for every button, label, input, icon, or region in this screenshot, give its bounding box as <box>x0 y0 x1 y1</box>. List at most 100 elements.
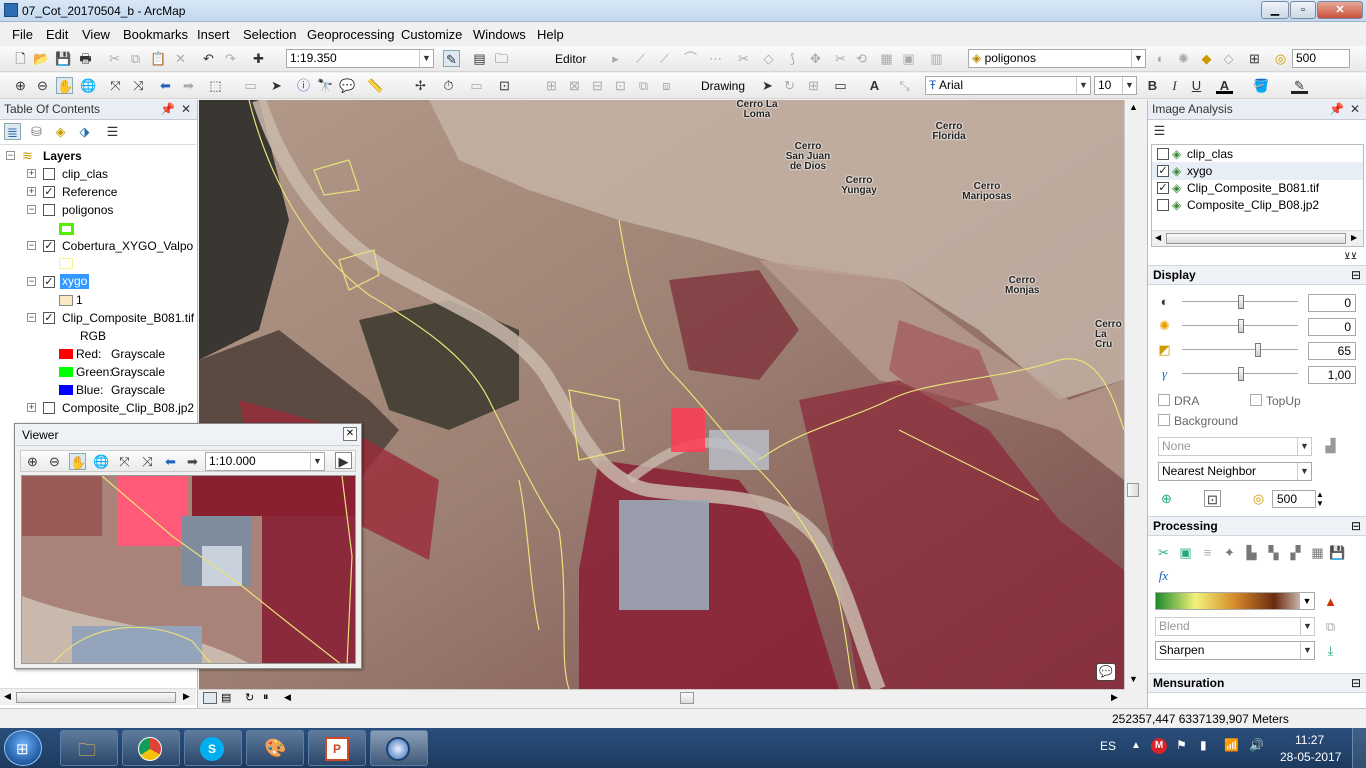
scroll-thumb[interactable] <box>16 692 176 703</box>
callout-icon[interactable]: ⤡ <box>896 77 913 94</box>
chevron-down-icon[interactable]: ▼ <box>1131 50 1145 67</box>
editor-toolbar-icon[interactable]: ✎ <box>443 50 460 67</box>
map-message-icon[interactable]: 💬 <box>1096 663 1116 681</box>
scroll-right-icon[interactable]: ▶ <box>183 691 190 702</box>
menu-edit[interactable]: Edit <box>46 27 68 42</box>
chevron-down-icon[interactable]: ▼ <box>1300 642 1314 659</box>
collapse-icon[interactable]: − <box>27 241 36 250</box>
clock-date[interactable]: 28-05-2017 <box>1280 750 1341 764</box>
apply-colormap-icon[interactable]: ▲ <box>1322 593 1339 610</box>
brightness-value-field[interactable]: 0 <box>1308 318 1356 336</box>
layer-checkbox[interactable]: ✓ <box>1157 165 1169 177</box>
antivirus-tray-icon[interactable]: M <box>1151 738 1167 754</box>
expand-icon[interactable]: + <box>27 403 36 412</box>
create-features-icon[interactable]: ▥ <box>928 50 945 67</box>
composite-bands-icon[interactable]: ≡ <box>1199 544 1216 561</box>
poligonos-symbol-swatch[interactable] <box>59 223 74 235</box>
color-ramp-combo[interactable]: ▼ <box>1155 592 1315 610</box>
clip-icon[interactable]: ✂ <box>1155 544 1172 561</box>
time-slider-icon[interactable]: ⏱ <box>440 77 457 94</box>
scroll-left-icon[interactable]: ◀ <box>284 692 291 703</box>
show-desktop-button[interactable] <box>1352 728 1366 768</box>
paste-icon[interactable]: 📋 <box>150 50 167 67</box>
shaded-relief-icon[interactable]: ▙ <box>1243 544 1260 561</box>
cut-polygons-icon[interactable]: ✂ <box>832 50 849 67</box>
print-icon[interactable]: 🖶 <box>77 50 94 67</box>
contrast-slider[interactable] <box>1182 295 1298 309</box>
split-tool-icon[interactable]: ✂ <box>735 50 752 67</box>
processing-section-header[interactable]: Processing ⊟ <box>1148 516 1366 536</box>
power-icon[interactable]: ▮ <box>1200 738 1207 752</box>
ia-layer-composite-clip[interactable]: ◈ Composite_Clip_B08.jp2 <box>1152 196 1363 214</box>
list-by-source-icon[interactable]: ⛁ <box>28 123 45 140</box>
taskbar-skype[interactable]: S <box>184 730 242 766</box>
collapse-icon[interactable]: ⊟ <box>1351 674 1361 692</box>
add-data-icon[interactable]: ✚ <box>250 50 267 67</box>
zoom-in-icon[interactable]: ⊕ <box>24 453 41 470</box>
copy-icon[interactable]: ⧉ <box>127 50 144 67</box>
back-icon[interactable]: ⬅ <box>157 77 174 94</box>
georef-icon-6[interactable]: ⧈ <box>658 77 675 94</box>
blend-apply-icon[interactable]: ⧉ <box>1322 618 1339 635</box>
editor-menu[interactable]: Editor <box>555 52 586 66</box>
topup-checkbox[interactable] <box>1250 394 1262 406</box>
scroll-down-icon[interactable]: ▼ <box>1129 674 1138 684</box>
close-button[interactable]: ✕ <box>1317 1 1363 19</box>
expand-icon[interactable]: + <box>27 187 36 196</box>
transparency-value-field[interactable]: 65 <box>1308 342 1356 360</box>
close-icon[interactable]: ✕ <box>343 427 357 441</box>
target-layer-combo[interactable]: ◈ poligonos ▼ <box>968 49 1146 68</box>
show-hidden-icons[interactable]: ▲ <box>1131 740 1141 751</box>
xygo-symbol-swatch[interactable] <box>59 295 73 306</box>
chevron-down-icon[interactable]: ▼ <box>419 50 433 67</box>
action-center-icon[interactable]: ⚑ <box>1176 738 1187 752</box>
layer-visibility-checkbox[interactable]: ✓ <box>43 240 55 252</box>
font-color-icon[interactable]: A <box>1216 77 1233 94</box>
chevron-down-icon[interactable]: ▼ <box>1297 438 1311 455</box>
layer-visibility-checkbox[interactable]: ✓ <box>43 276 55 288</box>
slider-knob[interactable] <box>1238 319 1244 333</box>
chevron-down-icon[interactable]: ▼ <box>1076 77 1090 94</box>
brightness-slider[interactable] <box>1182 319 1298 333</box>
taskbar-explorer[interactable]: 🗀 <box>60 730 118 766</box>
hillshade-icon[interactable]: ▚ <box>1265 544 1282 561</box>
catalog-icon[interactable]: 🗀 <box>493 50 510 67</box>
go-to-xy-icon[interactable]: ✢ <box>412 77 429 94</box>
scroll-left-icon[interactable]: ◀ <box>1155 233 1161 242</box>
rotate-icon[interactable]: ⟲ <box>853 50 870 67</box>
select-elements-icon[interactable]: ➤ <box>268 77 285 94</box>
georef-icon-5[interactable]: ⧉ <box>635 77 652 94</box>
map-vertical-scrollbar[interactable]: ▲ ▼ <box>1124 100 1141 689</box>
save-icon[interactable]: 💾 <box>55 50 72 67</box>
undo-icon[interactable]: ↶ <box>200 50 217 67</box>
pause-drawing-icon[interactable]: ⏸ <box>263 691 269 704</box>
open-folder-icon[interactable]: 📂 <box>33 50 50 67</box>
add-function-icon[interactable]: ⊕ <box>1158 490 1175 507</box>
pan-icon[interactable]: ✋ <box>69 453 86 470</box>
close-icon[interactable]: ✕ <box>181 100 191 119</box>
contrast-icon[interactable]: ◐ <box>1152 50 1169 67</box>
pin-icon[interactable]: 📌 <box>160 100 175 119</box>
map-scroll-thumb[interactable] <box>680 692 694 704</box>
network-signal-icon[interactable]: 📶 <box>1224 738 1239 752</box>
redo-icon[interactable]: ↷ <box>222 50 239 67</box>
start-button[interactable]: ⊞ <box>4 730 42 766</box>
maximize-button[interactable]: ▫ <box>1290 1 1316 19</box>
sharpen-apply-icon[interactable]: ⤓ <box>1322 642 1339 659</box>
layer-visibility-checkbox[interactable] <box>43 168 55 180</box>
ia-layer-xygo[interactable]: ✓ ◈ xygo <box>1152 162 1363 180</box>
new-document-icon[interactable]: 🗋 <box>12 50 29 67</box>
chevron-down-icon[interactable]: ▼ <box>1300 618 1314 635</box>
zoom-whole-page-icon[interactable]: ⊞ <box>805 77 822 94</box>
font-combo[interactable]: Ŧ Arial ▼ <box>925 76 1091 95</box>
menu-insert[interactable]: Insert <box>197 27 230 42</box>
options-icon[interactable]: ☰ <box>104 123 121 140</box>
brightness-icon[interactable]: ✺ <box>1175 50 1192 67</box>
cobertura-symbol-swatch[interactable] <box>59 258 73 269</box>
ia-layer-clip-clas[interactable]: ◈ clip_clas <box>1152 145 1363 163</box>
taskbar-powerpoint[interactable]: P <box>308 730 366 766</box>
clear-selection-icon[interactable]: ▭ <box>242 77 259 94</box>
viewer-titlebar[interactable]: Viewer ✕ <box>15 424 361 446</box>
fixed-zoom-out-icon[interactable]: ⤨ <box>130 77 147 94</box>
collapse-icon[interactable]: ⊟ <box>1351 517 1361 535</box>
